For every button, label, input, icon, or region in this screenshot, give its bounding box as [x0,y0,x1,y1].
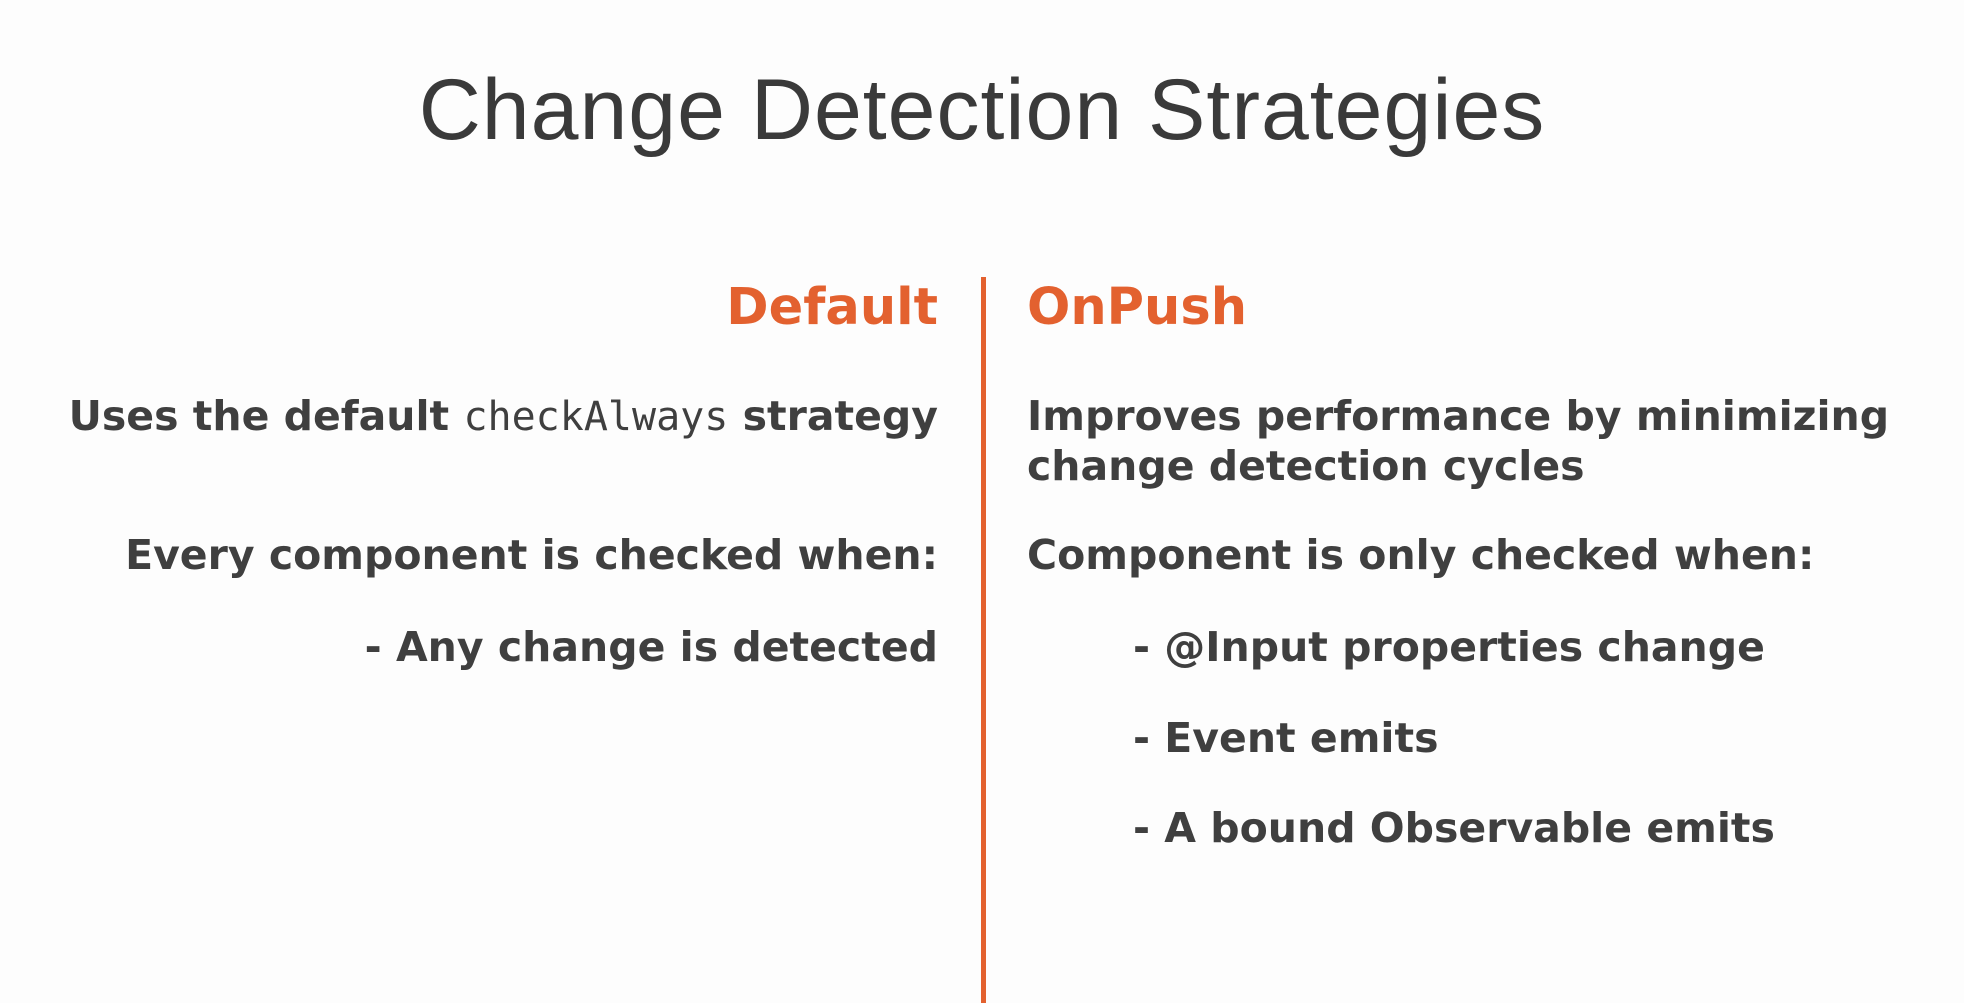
check-always-code: checkAlways [463,394,729,440]
onpush-description-line-2: change detection cycles [1027,442,1585,490]
onpush-bullet-observable-emits: - A bound Observable emits [1133,804,1775,852]
onpush-bullet-input-change: - @Input properties change [1133,623,1765,671]
default-bullet-any-change: - Any change is detected [364,623,938,671]
slide: Change Detection Strategies Default Uses… [0,0,1964,1003]
default-description-suffix: strategy [742,392,938,440]
onpush-checked-when: Component is only checked when: [1027,531,1815,579]
onpush-description-line-1: Improves performance by minimizing [1027,392,1890,440]
default-description-prefix: Uses the default [68,392,450,440]
default-heading: Default [726,278,938,337]
slide-title: Change Detection Strategies [418,62,1546,158]
onpush-heading: OnPush [1027,278,1248,337]
onpush-bullet-event-emits: - Event emits [1133,714,1439,762]
default-description: Uses the default checkAlways strategy [69,391,938,442]
column-divider [981,277,986,1003]
default-checked-when: Every component is checked when: [125,531,938,579]
